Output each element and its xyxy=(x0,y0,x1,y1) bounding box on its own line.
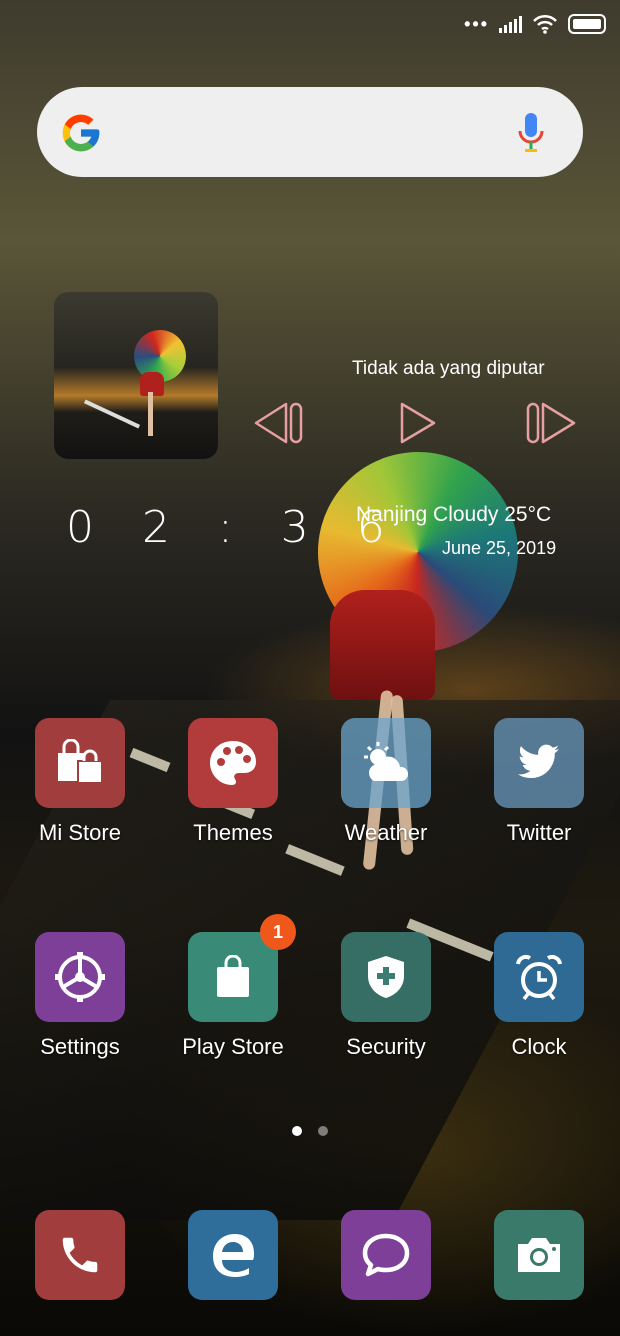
album-leg xyxy=(148,392,153,436)
dock-messaging[interactable] xyxy=(311,1210,461,1300)
phone-icon xyxy=(35,1210,125,1300)
app-mi-store[interactable]: Mi Store xyxy=(5,718,155,846)
app-label: Themes xyxy=(193,820,273,845)
google-g-icon xyxy=(62,114,100,152)
app-clock[interactable]: Clock xyxy=(464,932,614,1060)
notification-badge: 1 xyxy=(260,914,296,950)
app-security[interactable]: Security xyxy=(311,932,461,1060)
app-label: Settings xyxy=(40,1034,120,1059)
app-play-store[interactable]: 1 Play Store xyxy=(158,914,308,1060)
app-label: Twitter xyxy=(506,820,572,845)
next-icon[interactable] xyxy=(526,400,578,446)
page-indicator[interactable] xyxy=(292,1126,328,1136)
app-weather[interactable]: Weather xyxy=(311,718,461,846)
now-playing-text: Tidak ada yang diputar xyxy=(352,358,545,379)
weather-summary[interactable]: Nanjing Cloudy 25°C xyxy=(356,503,551,527)
twitter-bird-icon xyxy=(494,718,584,808)
wallpaper-dress xyxy=(330,590,435,700)
more-dots-icon: ••• xyxy=(464,14,489,34)
shopping-bag-icon: 1 xyxy=(188,914,296,1022)
wifi-icon xyxy=(533,14,557,34)
app-label: Mi Store xyxy=(39,820,121,845)
camera-icon xyxy=(494,1210,584,1300)
app-themes[interactable]: Themes xyxy=(158,718,308,846)
page-dot-active[interactable] xyxy=(292,1126,302,1136)
google-search-bar[interactable] xyxy=(37,87,583,177)
page-dot[interactable] xyxy=(318,1126,328,1136)
shopping-bags-icon xyxy=(35,718,125,808)
battery-icon xyxy=(568,14,606,34)
weather-date: June 25, 2019 xyxy=(442,538,557,558)
dock-camera[interactable] xyxy=(464,1210,614,1300)
app-label: Clock xyxy=(511,1034,567,1059)
app-label: Security xyxy=(346,1034,426,1059)
previous-icon[interactable] xyxy=(252,400,304,446)
play-icon[interactable] xyxy=(396,400,448,446)
app-label: Play Store xyxy=(182,1034,284,1059)
gear-icon xyxy=(35,932,125,1022)
signal-icon xyxy=(499,15,522,33)
chat-bubble-icon xyxy=(341,1210,431,1300)
weather-icon xyxy=(341,718,431,808)
mic-icon[interactable] xyxy=(517,111,545,155)
dock-phone[interactable] xyxy=(5,1210,155,1300)
app-label: Weather xyxy=(344,820,428,845)
alarm-clock-icon xyxy=(494,932,584,1022)
status-bar: ••• xyxy=(464,12,606,36)
album-art[interactable] xyxy=(54,292,218,459)
shield-plus-icon xyxy=(341,932,431,1022)
edge-browser-icon xyxy=(188,1210,278,1300)
clock-widget-time[interactable]: 0 2 : 3 6 xyxy=(66,502,402,553)
palette-icon xyxy=(188,718,278,808)
album-lane xyxy=(83,399,141,429)
dock-browser[interactable] xyxy=(158,1210,308,1300)
app-twitter[interactable]: Twitter xyxy=(464,718,614,846)
app-settings[interactable]: Settings xyxy=(5,932,155,1060)
